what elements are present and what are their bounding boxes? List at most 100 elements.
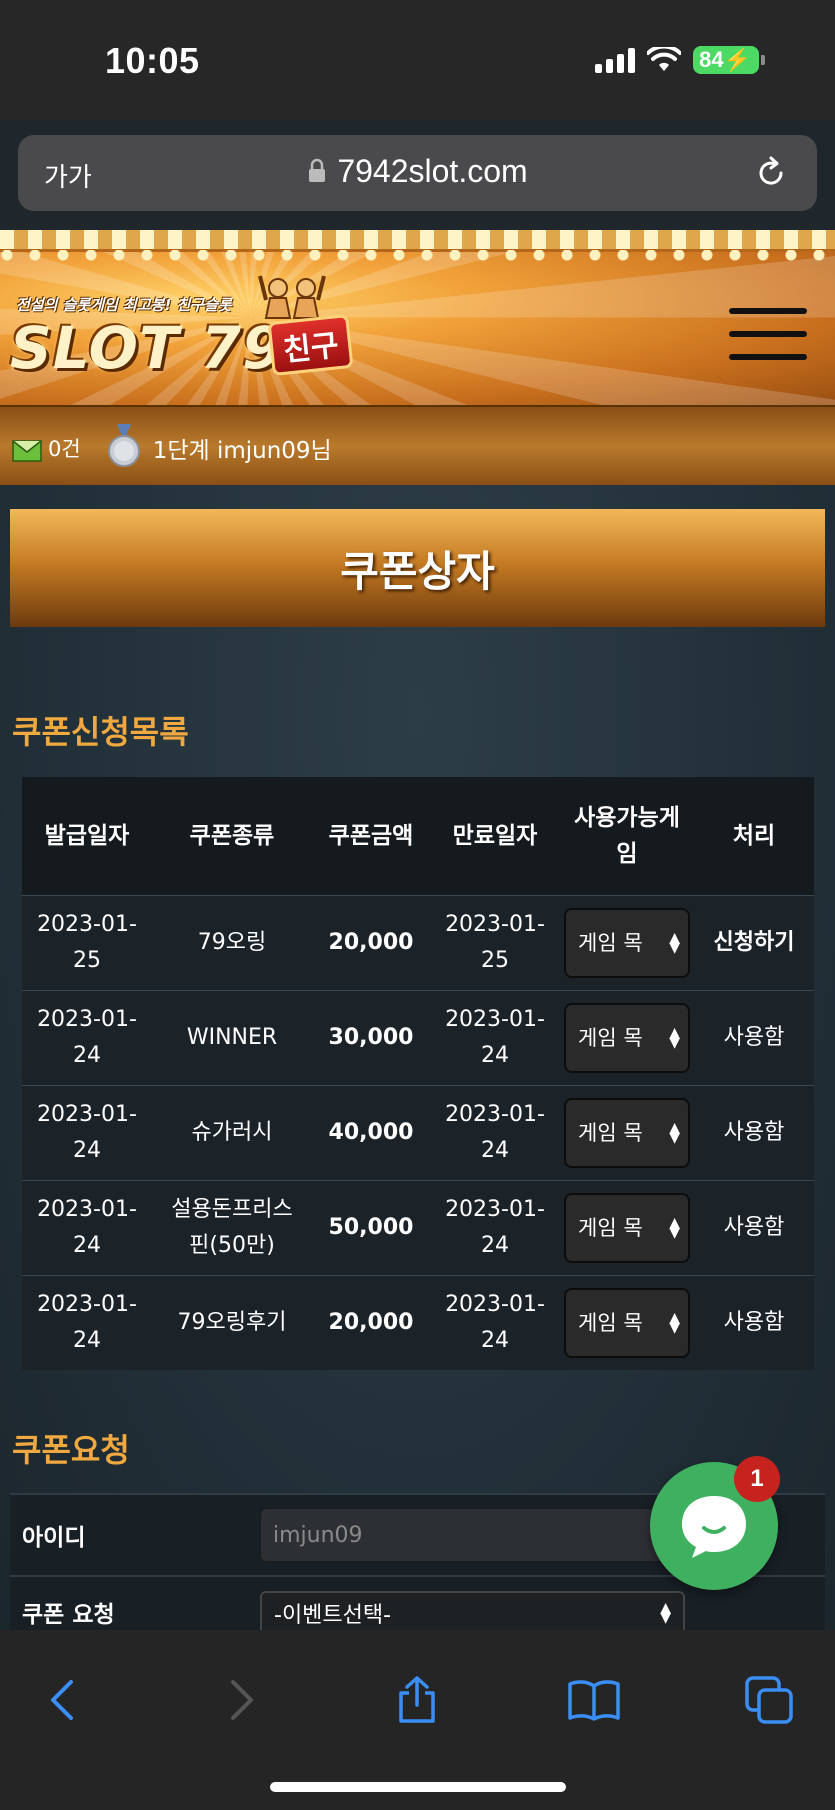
expiry-date: 2023-01-24 bbox=[430, 1274, 560, 1370]
select-arrows-icon: ▲ ▼ bbox=[669, 1119, 680, 1146]
mascot-icon bbox=[258, 275, 326, 319]
tabs-button[interactable] bbox=[740, 1670, 800, 1730]
action-status: 사용함 bbox=[694, 1084, 814, 1180]
coupon-amount: 30,000 bbox=[312, 989, 430, 1085]
table-row: 2023-01-25 79오링 20,000 2023-01-25 게임 목 ▲ ▼… bbox=[22, 894, 814, 990]
select-arrows-icon: ▲ ▼ bbox=[669, 929, 680, 956]
coupon-list-table: 발급일자 쿠폰종류 쿠폰금액 만료일자 사용가능게임 처리 2023-01-25… bbox=[22, 777, 814, 1370]
logo-text: SLOT 79 bbox=[10, 314, 284, 382]
bookmarks-button[interactable] bbox=[564, 1670, 624, 1730]
apply-button[interactable]: 신청하기 bbox=[714, 930, 795, 955]
battery-tip bbox=[761, 55, 765, 65]
forward-button[interactable] bbox=[212, 1670, 272, 1730]
main-content: 쿠폰상자 쿠폰신청목록 발급일자 쿠폰종류 쿠폰금액 만료일자 사용가능게임 처… bbox=[0, 485, 835, 1658]
status-icons: 84⚡ bbox=[595, 46, 765, 74]
reload-icon[interactable] bbox=[753, 155, 789, 191]
charging-icon: ⚡ bbox=[723, 47, 751, 72]
coupon-amount: 20,000 bbox=[312, 1274, 430, 1370]
logo-tagline: 전설의 슬롯게임 최고봉! 친구슬롯 bbox=[16, 296, 232, 314]
coupon-amount: 40,000 bbox=[312, 1084, 430, 1180]
col-expiry-date: 만료일자 bbox=[430, 777, 560, 895]
wifi-icon bbox=[647, 47, 682, 71]
select-arrows-icon: ▲ ▼ bbox=[669, 1309, 680, 1336]
lock-icon bbox=[309, 158, 326, 182]
select-arrows-icon: ▲ ▼ bbox=[669, 1214, 680, 1241]
coupon-type: WINNER bbox=[152, 989, 312, 1085]
expiry-date: 2023-01-24 bbox=[430, 1179, 560, 1275]
tabs-icon bbox=[745, 1676, 793, 1724]
col-available-game: 사용가능게임 bbox=[560, 777, 694, 895]
coupon-list-title: 쿠폰신청목록 bbox=[12, 713, 189, 751]
game-select-value: 게임 목 bbox=[578, 1215, 643, 1240]
id-label: 아이디 bbox=[10, 1493, 260, 1576]
game-select-cell: 게임 목 ▲ ▼ bbox=[560, 1084, 694, 1180]
bookmarks-icon bbox=[568, 1680, 620, 1721]
user-level-name: 1단계 imjun09님 bbox=[152, 438, 332, 464]
coupon-amount: 50,000 bbox=[312, 1179, 430, 1275]
back-button[interactable] bbox=[32, 1670, 92, 1730]
expiry-date: 2023-01-24 bbox=[430, 989, 560, 1085]
user-info-bar: 0건 1단계 imjun09님 bbox=[0, 405, 835, 485]
game-select-value: 게임 목 bbox=[578, 930, 643, 955]
logo-badge: 친구 bbox=[267, 313, 354, 377]
select-arrows-icon: ▲ ▼ bbox=[669, 1024, 680, 1051]
share-icon bbox=[399, 1676, 435, 1723]
expiry-date: 2023-01-25 bbox=[430, 894, 560, 990]
col-issued-date: 발급일자 bbox=[22, 777, 152, 895]
coupon-type: 설용돈프리스핀(50만) bbox=[152, 1179, 312, 1275]
page-title: 쿠폰상자 bbox=[340, 546, 495, 596]
action-status: 사용함 bbox=[694, 1274, 814, 1370]
chat-badge: 1 bbox=[734, 1456, 780, 1502]
coupon-type: 슈가러시 bbox=[152, 1084, 312, 1180]
id-field[interactable]: imjun09 bbox=[260, 1508, 685, 1562]
page-title-bar: 쿠폰상자 bbox=[10, 509, 825, 627]
url-display[interactable]: 7942slot.com bbox=[18, 153, 817, 190]
mail-icon[interactable] bbox=[12, 440, 42, 462]
event-select-value: -이벤트선택- bbox=[274, 1603, 392, 1628]
address-bar[interactable]: 가가 7942slot.com bbox=[18, 135, 817, 211]
signal-icon bbox=[595, 47, 636, 73]
table-row: 2023-01-24 설용돈프리스핀(50만) 50,000 2023-01-2… bbox=[22, 1179, 814, 1275]
game-list-select[interactable]: 게임 목 ▲ ▼ bbox=[564, 1002, 690, 1073]
col-coupon-type: 쿠폰종류 bbox=[152, 777, 312, 895]
game-list-select[interactable]: 게임 목 ▲ ▼ bbox=[564, 907, 690, 978]
game-select-value: 게임 목 bbox=[578, 1120, 643, 1145]
col-coupon-amount: 쿠폰금액 bbox=[312, 777, 430, 895]
coupon-type: 79오링 bbox=[152, 894, 312, 990]
issued-date: 2023-01-24 bbox=[22, 1274, 152, 1370]
status-time: 10:05 bbox=[105, 40, 200, 81]
status-bar: 10:05 84⚡ bbox=[0, 0, 835, 120]
table-row: 2023-01-24 79오링후기 20,000 2023-01-24 게임 목… bbox=[22, 1274, 814, 1370]
url-text: 7942slot.com bbox=[337, 153, 528, 189]
issued-date: 2023-01-24 bbox=[22, 1179, 152, 1275]
action-status: 사용함 bbox=[694, 1179, 814, 1275]
select-arrows-icon: ▲ ▼ bbox=[660, 1600, 671, 1626]
game-select-value: 게임 목 bbox=[578, 1310, 643, 1335]
battery-indicator: 84⚡ bbox=[693, 46, 759, 74]
hamburger-icon[interactable] bbox=[729, 308, 807, 364]
game-list-select[interactable]: 게임 목 ▲ ▼ bbox=[564, 1287, 690, 1358]
event-select[interactable]: -이벤트선택- ▲ ▼ bbox=[260, 1591, 685, 1635]
game-list-select[interactable]: 게임 목 ▲ ▼ bbox=[564, 1097, 690, 1168]
medal-icon bbox=[107, 424, 140, 467]
expiry-date: 2023-01-24 bbox=[430, 1084, 560, 1180]
forward-icon bbox=[231, 1680, 253, 1720]
issued-date: 2023-01-25 bbox=[22, 894, 152, 990]
share-button[interactable] bbox=[387, 1670, 447, 1730]
game-select-cell: 게임 목 ▲ ▼ bbox=[560, 989, 694, 1085]
action-status: 사용함 bbox=[694, 989, 814, 1085]
back-icon bbox=[51, 1680, 73, 1720]
issued-date: 2023-01-24 bbox=[22, 1084, 152, 1180]
game-select-value: 게임 목 bbox=[578, 1025, 643, 1050]
col-action: 처리 bbox=[694, 777, 814, 895]
table-header-row: 발급일자 쿠폰종류 쿠폰금액 만료일자 사용가능게임 처리 bbox=[22, 777, 814, 895]
game-list-select[interactable]: 게임 목 ▲ ▼ bbox=[564, 1192, 690, 1263]
message-count[interactable]: 0건 bbox=[48, 433, 81, 463]
game-select-cell: 게임 목 ▲ ▼ bbox=[560, 1179, 694, 1275]
game-select-cell: 게임 목 ▲ ▼ bbox=[560, 894, 694, 990]
battery-level: 84 bbox=[699, 47, 724, 72]
issued-date: 2023-01-24 bbox=[22, 989, 152, 1085]
coupon-request-title: 쿠폰요청 bbox=[12, 1431, 130, 1469]
table-row: 2023-01-24 슈가러시 40,000 2023-01-24 게임 목 ▲ ▼… bbox=[22, 1084, 814, 1180]
table-row: 2023-01-24 WINNER 30,000 2023-01-24 게임 목… bbox=[22, 989, 814, 1085]
